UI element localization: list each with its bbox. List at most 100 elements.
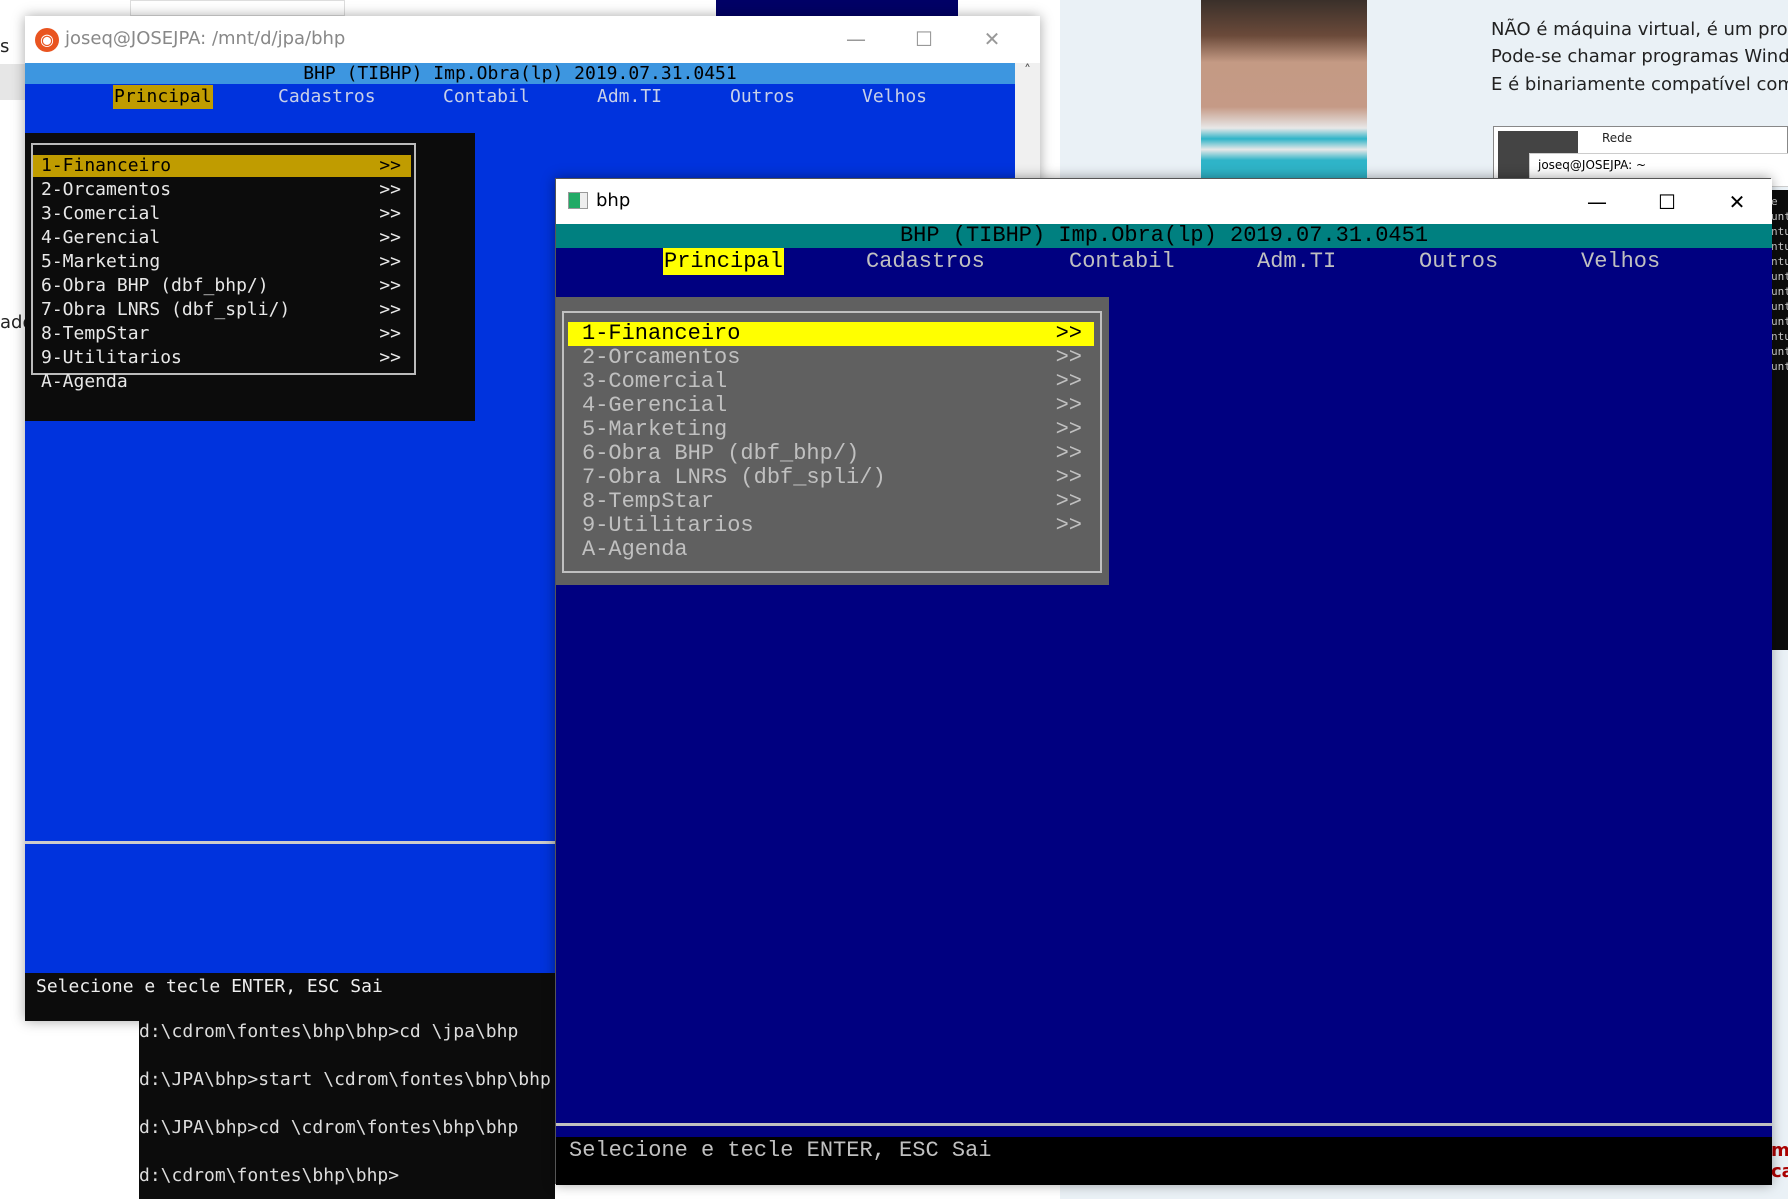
app-header: BHP (TIBHP) Imp.Obra(lp) 2019.07.31.0451 (25, 63, 1015, 84)
submenu-arrow: >> (1055, 345, 1082, 370)
item-label: 1-Financeiro (41, 155, 172, 176)
menu-item[interactable]: A-Agenda (33, 371, 411, 393)
window-title: joseq@JOSEJPA: /mnt/d/jpa/bhp (65, 28, 346, 49)
submenu-arrow: >> (1055, 465, 1082, 490)
background-red-text: m ca (1771, 1140, 1788, 1190)
close-button[interactable]: ✕ (959, 16, 1025, 63)
menu-item[interactable]: 4-Gerencial >> (568, 394, 1094, 418)
strip-line: unt (1771, 360, 1788, 373)
maximize-button[interactable]: ☐ (891, 16, 957, 63)
app-header: BHP (TIBHP) Imp.Obra(lp) 2019.07.31.0451 (556, 224, 1772, 248)
minimize-button[interactable]: — (1564, 179, 1630, 226)
background-panel (0, 64, 25, 100)
menu-item[interactable]: 7-Obra LNRS (dbf_spli/) >> (33, 299, 411, 321)
menu-adm-ti[interactable]: Adm.TI (1256, 248, 1337, 275)
menu-outros[interactable]: Outros (729, 85, 796, 109)
submenu-arrow: >> (379, 179, 401, 200)
item-label: 9-Utilitarios (41, 347, 182, 368)
strip-line: ntu (1771, 330, 1788, 343)
menu-cadastros[interactable]: Cadastros (277, 85, 377, 109)
submenu-arrow: >> (1055, 393, 1082, 418)
cmd-line: d:\JPA\bhp>cd \cdrom\fontes\bhp\bhp (139, 1117, 519, 1138)
menu-item[interactable]: 5-Marketing >> (568, 418, 1094, 442)
submenu-arrow: >> (379, 155, 401, 176)
item-label: 4-Gerencial (582, 393, 728, 418)
item-label: 3-Comercial (582, 369, 728, 394)
strip-line: unt (1771, 285, 1788, 298)
background-document-snippet (130, 0, 345, 16)
menu-item[interactable]: A-Agenda (568, 538, 1094, 562)
menu-item[interactable]: 1-Financeiro >> (33, 155, 411, 177)
status-bar: Selecione e tecle ENTER, ESC Sai (556, 1137, 1772, 1185)
menu-cadastros[interactable]: Cadastros (865, 248, 986, 275)
menu-contabil[interactable]: Contabil (1068, 248, 1176, 275)
submenu-arrow: >> (379, 227, 401, 248)
menu-item[interactable]: 1-Financeiro >> (568, 322, 1094, 346)
submenu-arrow: >> (1055, 321, 1082, 346)
menu-item[interactable]: 9-Utilitarios >> (33, 347, 411, 369)
item-label: 2-Orcamentos (582, 345, 741, 370)
item-label: 7-Obra LNRS (dbf_spli/) (41, 299, 291, 320)
web-text-line: E é binariamente compatível com (1491, 74, 1788, 95)
item-label: 3-Comercial (41, 203, 161, 224)
item-label: 6-Obra BHP (dbf_bhp/) (582, 441, 860, 466)
submenu-box: 1-Financeiro >> 2-Orcamentos >> 3-Comercia… (25, 133, 475, 421)
menu-item[interactable]: 2-Orcamentos >> (568, 346, 1094, 370)
web-screenshot-thumbnail: Rede joseq@JOSEJPA: ~ (1493, 126, 1788, 187)
scroll-up-icon[interactable]: ˄ (1024, 63, 1031, 79)
close-button[interactable]: ✕ (1704, 179, 1770, 226)
strip-line: ca (1771, 1161, 1788, 1182)
title-bar[interactable]: bhp — ☐ ✕ (556, 179, 1772, 224)
menu-item[interactable]: 7-Obra LNRS (dbf_spli/) >> (568, 466, 1094, 490)
submenu-arrow: >> (379, 323, 401, 344)
menu-velhos[interactable]: Velhos (1580, 248, 1661, 275)
item-label: A-Agenda (582, 537, 688, 562)
menu-item[interactable]: 3-Comercial >> (568, 370, 1094, 394)
cmd-terminal[interactable]: d:\cdrom\fontes\bhp\bhp>cd \jpa\bhp d:\J… (139, 1021, 555, 1199)
item-label: 1-Financeiro (582, 321, 741, 346)
profile-photo (1201, 0, 1367, 178)
ubuntu-icon: ◉ (35, 28, 59, 52)
menu-velhos[interactable]: Velhos (861, 85, 928, 109)
menu-item[interactable]: 9-Utilitarios >> (568, 514, 1094, 538)
cmd-line: d:\JPA\bhp>start \cdrom\fontes\bhp\bhp (139, 1069, 551, 1090)
cmd-line: d:\cdrom\fontes\bhp\bhp> (139, 1165, 400, 1186)
terminal-screen[interactable]: BHP (TIBHP) Imp.Obra(lp) 2019.07.31.0451… (556, 224, 1772, 1185)
bhp-console-window[interactable]: bhp — ☐ ✕ BHP (TIBHP) Imp.Obra(lp) 2019.… (555, 178, 1772, 1185)
cmd-line: d:\cdrom\fontes\bhp\bhp>cd \jpa\bhp (139, 1021, 519, 1042)
status-separator (556, 1123, 1772, 1126)
item-label: 7-Obra LNRS (dbf_spli/) (582, 465, 886, 490)
strip-line: unt (1771, 345, 1788, 358)
menu-principal[interactable]: Principal (113, 85, 213, 109)
menu-item[interactable]: 6-Obra BHP (dbf_bhp/) >> (33, 275, 411, 297)
web-text-line: Pode-se chamar programas Windov (1491, 46, 1788, 67)
item-label: A-Agenda (41, 371, 128, 392)
console-app-icon (568, 192, 588, 209)
item-label: 4-Gerencial (41, 227, 161, 248)
menu-item[interactable]: 4-Gerencial >> (33, 227, 411, 249)
menu-item[interactable]: 3-Comercial >> (33, 203, 411, 225)
strip-line: ntu (1771, 240, 1788, 253)
menu-item[interactable]: 2-Orcamentos >> (33, 179, 411, 201)
minimize-button[interactable]: — (823, 16, 889, 63)
strip-line: ntu (1771, 225, 1788, 238)
menu-item[interactable]: 5-Marketing >> (33, 251, 411, 273)
menu-contabil[interactable]: Contabil (442, 85, 531, 109)
submenu-arrow: >> (1055, 513, 1082, 538)
submenu-box: 1-Financeiro >> 2-Orcamentos >> 3-Comercia… (556, 297, 1109, 585)
strip-line: unt (1771, 300, 1788, 313)
strip-line: e (1771, 195, 1778, 208)
background-window-strip (716, 0, 958, 16)
title-bar[interactable]: ◉ joseq@JOSEJPA: /mnt/d/jpa/bhp — ☐ ✕ (25, 16, 1040, 63)
maximize-button[interactable]: ☐ (1634, 179, 1700, 226)
menu-item[interactable]: 8-TempStar >> (568, 490, 1094, 514)
menu-principal[interactable]: Principal (663, 248, 784, 275)
menu-item[interactable]: 8-TempStar >> (33, 323, 411, 345)
submenu-arrow: >> (1055, 441, 1082, 466)
submenu-arrow: >> (1055, 489, 1082, 514)
menu-outros[interactable]: Outros (1418, 248, 1499, 275)
strip-line: m (1771, 1140, 1788, 1161)
menu-adm-ti[interactable]: Adm.TI (596, 85, 663, 109)
menu-item[interactable]: 6-Obra BHP (dbf_bhp/) >> (568, 442, 1094, 466)
item-label: 8-TempStar (582, 489, 715, 514)
